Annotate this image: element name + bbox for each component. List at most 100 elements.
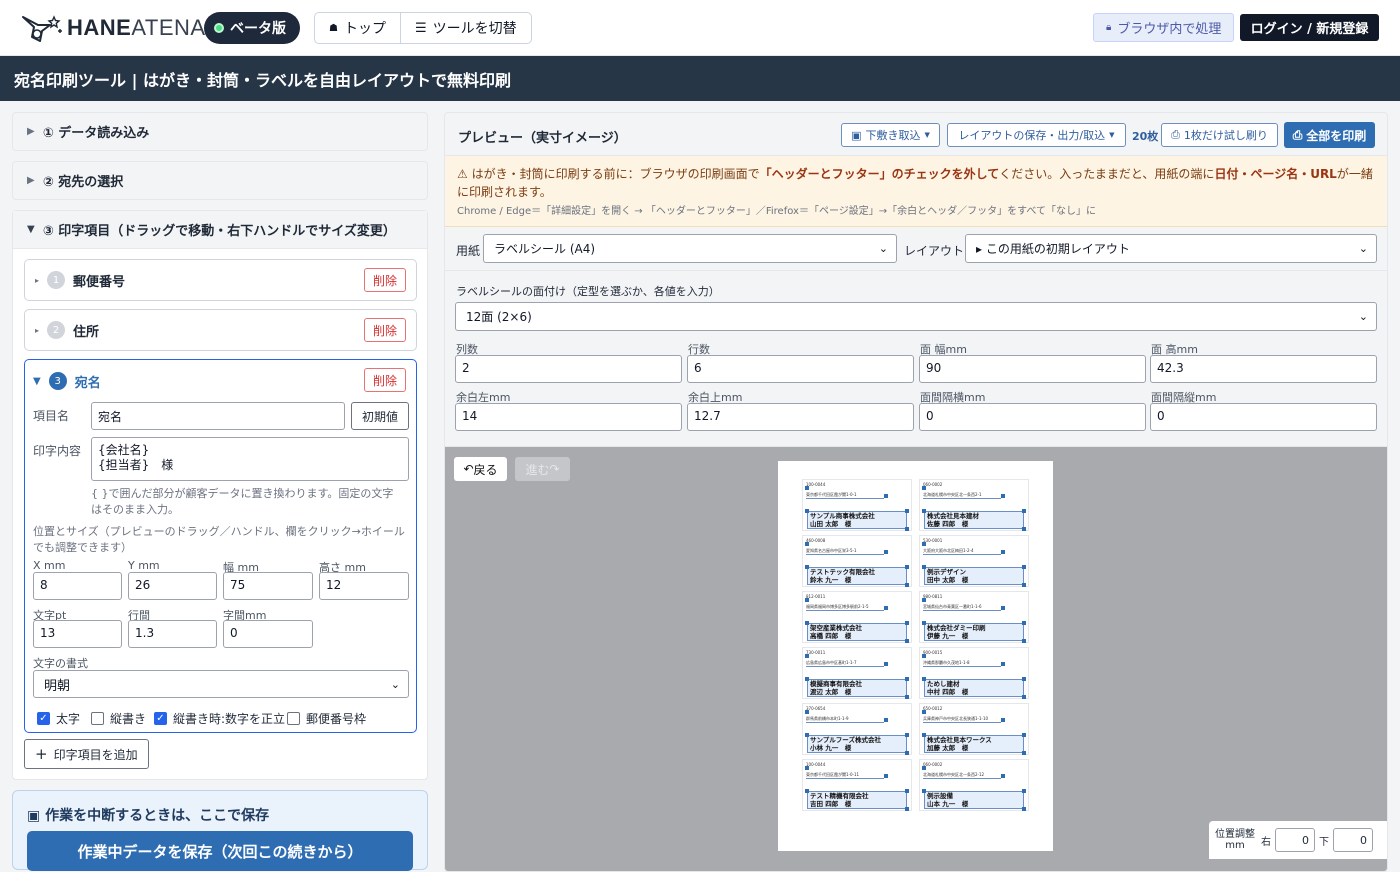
resize-handle[interactable] [922,486,926,490]
offset-down-input[interactable]: 0 [1333,828,1373,852]
resize-handle[interactable] [922,509,926,513]
test-print-button[interactable]: ⎙ 1枚だけ試し刷り [1161,123,1278,147]
resize-handle[interactable] [922,654,926,658]
section-data-import[interactable]: ▶ ① データ読み込み [12,112,428,151]
label-cell[interactable]: 370-0654 群馬県前橋市本町1-1-9 サンプルフーズ株式会社 小林 九一 様 [802,703,912,755]
label-cell[interactable]: 900-0015 沖縄県那覇市久茂地1-1-8 ためし建材 中村 四郎 様 [919,647,1029,699]
section-print-items-header[interactable]: ▼ ③ 印字項目（ドラッグで移動・右下ハンドルでサイズ変更） [13,211,427,249]
resize-handle[interactable] [922,733,926,737]
label-recipient[interactable]: サンプル商事株式会社 山田 太郎 様 [807,511,907,529]
face-height-input[interactable]: 42.3 [1150,355,1377,383]
resize-handle[interactable] [884,494,888,498]
resize-handle[interactable] [805,542,809,546]
delete-button[interactable]: 削除 [363,268,406,292]
resize-handle[interactable] [1022,509,1026,513]
resize-handle[interactable] [805,789,809,793]
label-cell[interactable]: 730-0011 広島県広島市中区基町1-1-7 模擬商事有限会社 渡辺 太郎 様 [802,647,912,699]
resize-handle[interactable] [805,766,809,770]
resize-handle[interactable] [1022,807,1026,811]
reset-button[interactable]: 初期値 [351,402,409,430]
resize-handle[interactable] [1001,494,1005,498]
resize-handle[interactable] [805,509,809,513]
label-recipient[interactable]: 模擬商事有限会社 渡辺 太郎 様 [807,679,907,697]
label-recipient[interactable]: 株式会社見本建材 佐藤 四郎 様 [924,511,1024,529]
label-address[interactable]: 福岡県福岡市博多区博多駅前2-1-5 [806,604,884,611]
resize-handle[interactable] [1001,606,1005,610]
nav-top-button[interactable]: ☗ トップ [315,13,400,43]
resize-handle[interactable] [805,486,809,490]
resize-handle[interactable] [805,654,809,658]
resize-handle[interactable] [1022,789,1026,793]
resize-handle[interactable] [905,789,909,793]
resize-handle[interactable] [884,662,888,666]
zip-box-checkbox[interactable]: 郵便番号枠 [287,710,366,727]
resize-handle[interactable] [905,527,909,531]
print-all-button[interactable]: ⎙ 全部を印刷 [1284,122,1375,148]
label-address[interactable]: 兵庫県神戸市中央区北長狭通1-1-10 [923,716,1001,723]
resize-handle[interactable] [905,509,909,513]
resize-handle[interactable] [905,733,909,737]
vertical-checkbox[interactable]: 縦書き [91,710,146,727]
logo[interactable]: HANEATENA [20,13,205,43]
login-button[interactable]: ログイン / 新規登録 [1240,14,1379,41]
resize-handle[interactable] [1022,621,1026,625]
line-height-input[interactable]: 1.3 [128,620,217,648]
y-input[interactable]: 26 [128,572,217,600]
resize-handle[interactable] [805,621,809,625]
resize-handle[interactable] [922,789,926,793]
resize-handle[interactable] [1001,550,1005,554]
content-textarea[interactable]: {会社名} {担当者} 様 [91,437,409,481]
bold-checkbox[interactable]: ✓ 太字 [37,710,80,727]
resize-handle[interactable] [805,598,809,602]
delete-button[interactable]: 削除 [363,368,406,392]
resize-handle[interactable] [1001,718,1005,722]
bg-import-button[interactable]: ▣ 下敷き取込 ▼ [841,123,940,147]
resize-handle[interactable] [922,621,926,625]
nav-switch-button[interactable]: ☰ ツールを切替 [399,13,531,43]
resize-handle[interactable] [1022,695,1026,699]
resize-handle[interactable] [884,774,888,778]
resize-handle[interactable] [1022,583,1026,587]
label-recipient[interactable]: 架空産業株式会社 高橋 四郎 様 [807,623,907,641]
margin-top-input[interactable]: 12.7 [687,403,914,431]
label-recipient[interactable]: 例示デザイン 田中 太郎 様 [924,567,1024,585]
label-cell[interactable]: 060-0002 北海道札幌市中央区北一条西2-1 株式会社見本建材 佐藤 四郎 様 [919,479,1029,531]
label-cell[interactable]: 460-0008 愛知県名古屋市中区栄3-5-1 テストテック有限会社 鈴木 九一 様 [802,535,912,587]
label-address[interactable]: 大阪府大阪市北区梅田1-2-4 [923,548,1001,555]
resize-handle[interactable] [922,565,926,569]
resize-handle[interactable] [1022,733,1026,737]
resize-handle[interactable] [905,807,909,811]
x-input[interactable]: 8 [33,572,122,600]
label-address[interactable]: 東京都千代田区霞が関1-0-11 [806,772,884,779]
rows-input[interactable]: 6 [687,355,914,383]
upright-digits-checkbox[interactable]: ✓ 縦書き時:数字を正立 [154,710,285,727]
print-item-address[interactable]: ▸ 2 住所 削除 [24,309,417,351]
resize-handle[interactable] [905,621,909,625]
cols-input[interactable]: 2 [455,355,682,383]
label-cell[interactable]: 812-0011 福岡県福岡市博多区博多駅前2-1-5 架空産業株式会社 高橋 四郎 … [802,591,912,643]
print-item-zip[interactable]: ▸ 1 郵便番号 削除 [24,259,417,301]
letter-spacing-input[interactable]: 0 [223,620,313,648]
offset-right-input[interactable]: 0 [1275,828,1315,852]
label-address[interactable]: 北海道札幌市中央区北一条西2-1 [923,492,1001,499]
label-cell[interactable]: 100-0044 東京都千代田区霞が関1-0-1 サンプル商事株式会社 山田 太郎 様 [802,479,912,531]
add-item-button[interactable]: + 印字項目を追加 [24,739,149,769]
resize-handle[interactable] [905,583,909,587]
face-select[interactable]: 12面 (2×6) ⌄ [455,302,1377,331]
layout-select[interactable]: ▸ この用紙の初期レイアウト ⌄ [965,234,1377,263]
resize-handle[interactable] [922,598,926,602]
resize-handle[interactable] [1022,677,1026,681]
layout-save-button[interactable]: レイアウトの保存・出力/取込 ▼ [947,123,1126,147]
gap-x-input[interactable]: 0 [919,403,1146,431]
label-address[interactable]: 北海道札幌市中央区北一条西2-12 [923,772,1001,779]
resize-handle[interactable] [884,550,888,554]
label-address[interactable]: 東京都千代田区霞が関1-0-1 [806,492,884,499]
height-input[interactable]: 12 [319,572,409,600]
resize-handle[interactable] [884,606,888,610]
label-address[interactable]: 愛知県名古屋市中区栄3-5-1 [806,548,884,555]
resize-handle[interactable] [1022,639,1026,643]
font-style-select[interactable]: 明朝 ⌄ [33,670,409,698]
resize-handle[interactable] [805,733,809,737]
label-address[interactable]: 沖縄県那覇市久茂地1-1-8 [923,660,1001,667]
margin-left-input[interactable]: 14 [455,403,682,431]
